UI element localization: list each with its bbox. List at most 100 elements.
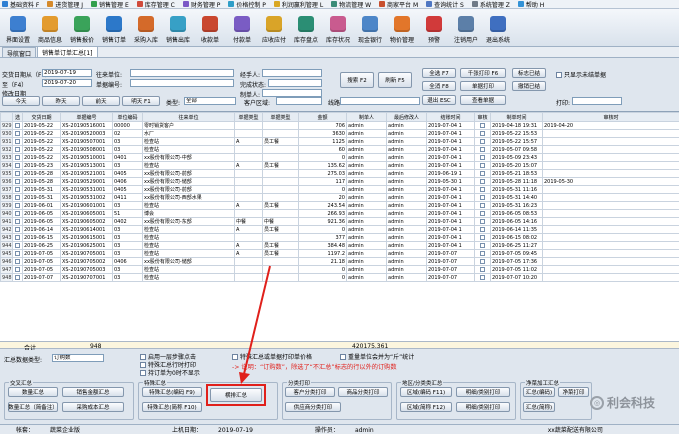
audit-checkbox[interactable] <box>480 146 485 152</box>
exit-button[interactable]: 退出 ESC <box>422 95 456 105</box>
toolbar-button-14[interactable]: 注销用户 <box>450 10 482 44</box>
table-row[interactable]: 946 2019-07-05 XS-20190705002 0406 xx股份有限公司-… <box>0 257 679 266</box>
date-to-input[interactable]: 2019-07-20 <box>42 79 92 87</box>
print-select[interactable] <box>572 97 622 105</box>
table-row[interactable]: 947 2019-07-05 XS-20190705003 03 检查站 0 admin ad… <box>0 265 679 274</box>
tab-sales-order-summary[interactable]: 销售单订单汇总[1] <box>37 46 98 57</box>
table-row[interactable]: 944 2019-06-25 XS-20190625001 03 检查站 A 员工餐 384.… <box>0 241 679 250</box>
undo-done-button[interactable]: 撤销已结 <box>512 81 546 91</box>
batch-print-button[interactable]: 千张打印 F6 <box>460 68 506 78</box>
row-select-checkbox[interactable] <box>15 138 20 144</box>
hide-zero-option[interactable]: 持订单为0时不显示 <box>140 368 200 377</box>
column-header[interactable]: 审核时 <box>542 112 679 122</box>
row-select-checkbox[interactable] <box>15 122 20 128</box>
customer-unit-input[interactable] <box>130 69 234 77</box>
toolbar-button-1[interactable]: 商品信息 <box>34 10 66 44</box>
table-row[interactable]: 948 2019-07-07 XS-20190707001 03 检查站 0 admin ad… <box>0 273 679 282</box>
row-select-cell[interactable] <box>12 249 23 258</box>
audit-checkbox[interactable] <box>480 194 485 200</box>
row-select-checkbox[interactable] <box>15 242 20 248</box>
refresh-button[interactable]: 刷新 F5 <box>378 72 412 88</box>
summary-type-select[interactable]: 订购数 <box>52 354 104 362</box>
table-row[interactable]: 936 2019-05-28 XS-20190529001 0406 xx股份有限公司-… <box>0 177 679 186</box>
column-header[interactable]: 制单时间 <box>490 112 543 122</box>
row-select-cell[interactable] <box>12 233 23 242</box>
table-row[interactable]: 937 2019-05-31 XS-20190531001 0405 xx股份有限公司-… <box>0 185 679 194</box>
table-row[interactable]: 932 2019-05-22 XS-20190508001 03 检查站 60 admin a… <box>0 145 679 154</box>
column-header[interactable]: 交货日期 <box>22 112 61 122</box>
column-header[interactable]: 单据类型 <box>262 112 299 122</box>
row-select-checkbox[interactable] <box>15 250 20 256</box>
toolbar-button-4[interactable]: 采购入库 <box>130 10 162 44</box>
multi-step-checkbox[interactable] <box>140 353 146 360</box>
table-row[interactable]: 940 2019-06-05 XS-20190605001 51 博会 266.93 adm… <box>0 209 679 218</box>
table-row[interactable]: 941 2019-06-05 XS-20190605002 0402 xx股份有限公司-… <box>0 217 679 226</box>
special-print-checkbox[interactable] <box>140 361 146 368</box>
toolbar-button-3[interactable]: 销售订单 <box>98 10 130 44</box>
table-row[interactable]: 939 2019-06-01 XS-20190601001 03 检查站 A 员工餐 243.… <box>0 201 679 210</box>
day-before-button[interactable]: 前天 <box>82 96 120 106</box>
special-summary-simple-button[interactable]: 特殊汇总(简称 F10) <box>142 402 202 412</box>
audit-checkbox[interactable] <box>480 234 485 240</box>
row-select-checkbox[interactable] <box>15 130 20 136</box>
process-simple-button[interactable]: 汇总(简称) <box>523 402 555 412</box>
menu-item-11[interactable]: 帮助 H <box>516 0 550 9</box>
bill-no-input[interactable] <box>130 79 234 87</box>
column-header[interactable]: 金额 <box>298 112 347 122</box>
row-select-cell[interactable] <box>12 153 23 162</box>
table-row[interactable]: 943 2019-06-15 XS-20190615001 03 检查站 377 admin… <box>0 233 679 242</box>
qty-summary-button[interactable]: 数量汇总 <box>8 387 58 397</box>
qty-summary-bulk-button[interactable]: 数量汇总（简备注） <box>8 402 58 412</box>
region-detail2-button[interactable]: 明细/类别打印 <box>456 402 510 412</box>
row-select-cell[interactable] <box>12 185 23 194</box>
toolbar-button-12[interactable]: 物价管理 <box>386 10 418 44</box>
include-unit-option[interactable]: 重量单位会并为“斤”统计 <box>340 352 414 361</box>
special-summary-code-button[interactable]: 特殊汇总(编码 F9) <box>142 387 202 397</box>
table-row[interactable]: 938 2019-05-31 XS-20190531002 0411 xx股份有限公司-… <box>0 193 679 202</box>
row-select-checkbox[interactable] <box>15 186 20 192</box>
row-select-checkbox[interactable] <box>15 266 20 272</box>
search-button[interactable]: 搜索 F2 <box>340 72 374 88</box>
menu-item-8[interactable]: 商家平台 M <box>377 0 424 9</box>
row-select-checkbox[interactable] <box>15 178 20 184</box>
table-row[interactable]: 945 2019-07-05 XS-20190705001 03 检查站 A 员工餐 1197… <box>0 249 679 258</box>
audit-checkbox[interactable] <box>480 170 485 176</box>
row-select-checkbox[interactable] <box>15 170 20 176</box>
column-header[interactable]: 选 <box>12 112 23 122</box>
audit-checkbox[interactable] <box>480 202 485 208</box>
bill-print-button[interactable]: 单据打印 <box>460 81 506 91</box>
audit-checkbox[interactable] <box>480 138 485 144</box>
row-select-cell[interactable] <box>12 257 23 266</box>
menu-item-3[interactable]: 库存管理 C <box>135 0 181 9</box>
menu-item-5[interactable]: 价格控制 P <box>226 0 272 9</box>
creator-input[interactable] <box>262 89 322 97</box>
column-header[interactable]: 制单人 <box>346 112 387 122</box>
audit-checkbox[interactable] <box>480 266 485 272</box>
toolbar-button-2[interactable]: 销售报价 <box>66 10 98 44</box>
region-detail-button[interactable]: 明细/类别打印 <box>456 387 510 397</box>
table-row[interactable]: 934 2019-05-23 XS-20190513001 03 检查站 A 员工餐 135.… <box>0 161 679 170</box>
menu-item-6[interactable]: 利润赢利管理 L <box>272 0 329 9</box>
audit-checkbox[interactable] <box>480 226 485 232</box>
audit-checkbox[interactable] <box>480 154 485 160</box>
row-select-checkbox[interactable] <box>15 226 20 232</box>
audit-checkbox[interactable] <box>480 178 485 184</box>
audit-checkbox[interactable] <box>480 122 485 128</box>
audit-checkbox[interactable] <box>480 162 485 168</box>
table-row[interactable]: 931 2019-05-22 XS-20190507001 03 检查站 A 员工餐 1125… <box>0 137 679 146</box>
menu-item-2[interactable]: 销售管理 E <box>89 0 135 9</box>
column-header[interactable]: 最后修改人 <box>386 112 427 122</box>
select-all-button[interactable]: 全选 F7 <box>422 68 456 78</box>
menu-item-9[interactable]: 查询统计 S <box>424 0 470 9</box>
yesterday-button[interactable]: 昨天 <box>42 96 80 106</box>
customer-area-select[interactable] <box>276 97 322 105</box>
toolbar-button-7[interactable]: 付款单 <box>226 10 258 44</box>
toolbar-button-6[interactable]: 收款单 <box>194 10 226 44</box>
process-code-button[interactable]: 汇总(编码) <box>523 387 555 397</box>
audit-checkbox[interactable] <box>480 242 485 248</box>
row-select-cell[interactable] <box>12 169 23 178</box>
row-select-checkbox[interactable] <box>15 234 20 240</box>
supplier-category-print-button[interactable]: 供应商分类打印 <box>285 402 341 412</box>
toolbar-button-5[interactable]: 销售出库 <box>162 10 194 44</box>
row-select-checkbox[interactable] <box>15 274 20 280</box>
